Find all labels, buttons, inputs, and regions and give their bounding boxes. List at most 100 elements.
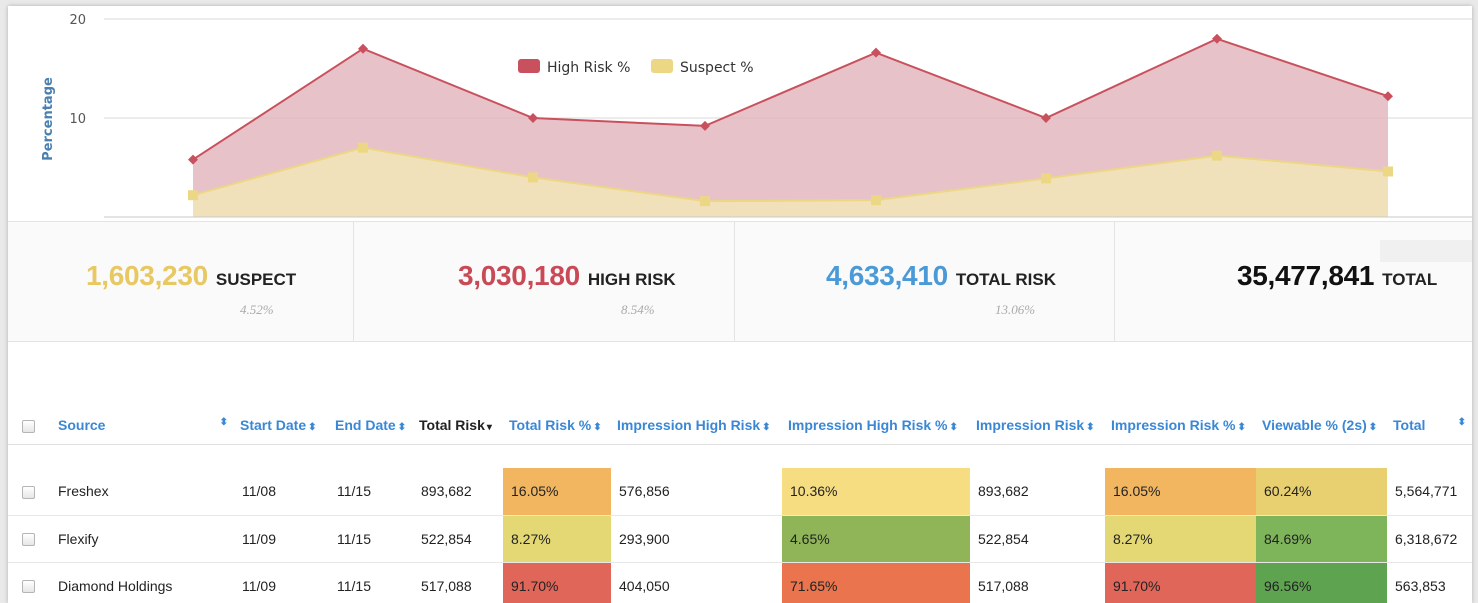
table-row[interactable]: Freshex 11/08 11/15 893,682 16.05% 576,856 10.… xyxy=(8,468,1472,516)
data-point-suspect xyxy=(358,142,368,153)
cell-total-risk: 522,854 xyxy=(413,515,503,563)
sort-icon: ⬍ xyxy=(949,421,958,433)
kpi-total-risk-pct: 13.06% xyxy=(995,302,1036,317)
col-total-risk-label: Total Risk xyxy=(419,416,485,433)
sources-table: Source ⬍ Start Date ⬍ End Date ⬍ Total Risk… xyxy=(8,406,1472,603)
cell-source: Freshex xyxy=(46,468,234,516)
row-select-cell xyxy=(8,515,46,563)
row-checkbox[interactable] xyxy=(22,533,35,547)
col-total-risk[interactable]: Total Risk ▾ xyxy=(413,406,503,445)
col-impression-risk-pct[interactable]: Impression Risk % ⬍ xyxy=(1105,406,1256,445)
data-point-suspect xyxy=(1041,173,1051,184)
cell-start-date: 11/08 xyxy=(234,468,329,516)
row-checkbox[interactable] xyxy=(22,486,35,500)
cell-impression-high-risk: 404,050 xyxy=(611,562,782,603)
dashboard-panel: 10 20 Percentage High Risk % Suspect % 1,60… xyxy=(8,6,1472,603)
sort-icon: ⬍ xyxy=(1368,421,1378,433)
col-end-date[interactable]: End Date ⬍ xyxy=(329,406,413,445)
select-all-checkbox[interactable] xyxy=(22,419,35,433)
col-viewable-pct[interactable]: Viewable % (2s) ⬍ xyxy=(1256,406,1387,445)
table-row[interactable]: Flexify 11/09 11/15 522,854 8.27% 293,900 4.65… xyxy=(8,515,1472,563)
kpi-suspect-label: SUSPECT xyxy=(215,270,297,289)
table-row[interactable]: Diamond Holdings 11/09 11/15 517,088 91.70% 4… xyxy=(8,562,1472,603)
kpi-total-value: 35,477,841 xyxy=(1237,260,1375,291)
col-impression-high-risk-pct[interactable]: Impression High Risk % ⬍ xyxy=(782,406,970,445)
cell-viewable-pct: 84.69% xyxy=(1256,515,1387,563)
col-impression-risk-pct-label: Impression Risk % xyxy=(1111,416,1236,433)
cell-total-risk: 893,682 xyxy=(413,468,503,516)
cell-start-date: 11/09 xyxy=(234,562,329,603)
select-all-header xyxy=(8,406,46,445)
kpi-total-risk: 4,633,410 TOTAL RISK 13.06% xyxy=(735,222,1115,342)
kpi-summary-strip: 1,603,230 SUSPECT 4.52% 3,030,180 HIGH RIS… xyxy=(8,221,1472,342)
y-tick-label: 20 xyxy=(69,13,86,28)
cell-source: Diamond Holdings xyxy=(46,562,234,603)
cell-impression-high-risk: 576,856 xyxy=(611,468,782,516)
cell-total: 6,318,672 xyxy=(1387,515,1472,563)
cell-viewable-pct: 60.24% xyxy=(1256,468,1387,516)
col-impression-high-risk-label: Impression High Risk xyxy=(617,416,761,433)
col-start-date-label: Start Date xyxy=(240,416,307,433)
table-body: Freshex 11/08 11/15 893,682 16.05% 576,856 10.… xyxy=(8,444,1472,603)
col-viewable-pct-label: Viewable % (2s) xyxy=(1262,416,1367,433)
sort-icon: ⬍ xyxy=(308,421,317,433)
kpi-high-risk-label: HIGH RISK xyxy=(587,270,676,289)
table-header-row: Source ⬍ Start Date ⬍ End Date ⬍ Total Risk… xyxy=(8,406,1472,445)
cell-source: Flexify xyxy=(46,515,234,563)
row-select-cell xyxy=(8,468,46,516)
cell-end-date: 11/15 xyxy=(329,562,413,603)
row-select-cell xyxy=(8,562,46,603)
col-total[interactable]: Total ⬍ xyxy=(1387,406,1472,445)
cell-impression-risk-pct: 8.27% xyxy=(1105,515,1256,563)
cell-total: 563,853 xyxy=(1387,562,1472,603)
data-point-suspect xyxy=(1383,166,1393,177)
sort-icon: ⬍ xyxy=(1086,421,1095,433)
data-point-suspect xyxy=(1212,150,1222,161)
row-checkbox[interactable] xyxy=(22,580,35,594)
cell-viewable-pct: 96.56% xyxy=(1256,562,1387,603)
data-point-suspect xyxy=(700,196,710,207)
cell-impression-high-risk: 293,900 xyxy=(611,515,782,563)
cell-total: 5,564,771 xyxy=(1387,468,1472,516)
cell-impression-high-risk-pct: 10.36% xyxy=(782,468,970,516)
col-impression-risk-label: Impression Risk xyxy=(976,416,1085,433)
col-total-risk-pct[interactable]: Total Risk % ⬍ xyxy=(503,406,611,445)
cell-total-risk: 517,088 xyxy=(413,562,503,603)
cell-start-date: 11/09 xyxy=(234,515,329,563)
legend-swatch xyxy=(651,59,673,73)
legend-label: Suspect % xyxy=(680,60,754,76)
kpi-suspect: 1,603,230 SUSPECT 4.52% xyxy=(8,222,354,342)
risk-area-chart: 10 20 Percentage High Risk % Suspect % xyxy=(41,13,1472,218)
kpi-total-risk-label: TOTAL RISK xyxy=(955,270,1056,289)
col-impression-risk[interactable]: Impression Risk ⬍ xyxy=(970,406,1105,445)
col-source-label: Source xyxy=(58,416,106,433)
cell-total-risk-pct: 16.05% xyxy=(503,468,611,516)
sort-icon: ⬍ xyxy=(1237,421,1246,433)
cell-impression-risk-pct: 16.05% xyxy=(1105,468,1256,516)
legend-label: High Risk % xyxy=(547,60,630,76)
col-start-date[interactable]: Start Date ⬍ xyxy=(234,406,329,445)
cell-impression-high-risk-pct: 4.65% xyxy=(782,515,970,563)
col-total-label: Total xyxy=(1393,416,1426,433)
cell-impression-high-risk-pct: 71.65% xyxy=(782,562,970,603)
kpi-high-risk: 3,030,180 HIGH RISK 8.54% xyxy=(354,222,735,342)
cell-total-risk-pct: 8.27% xyxy=(503,515,611,563)
cell-total-risk-pct: 91.70% xyxy=(503,562,611,603)
kpi-high-risk-value: 3,030,180 xyxy=(458,260,580,291)
col-impression-high-risk-pct-label: Impression High Risk % xyxy=(788,416,948,433)
col-source[interactable]: Source ⬍ xyxy=(46,406,234,445)
cell-impression-risk: 893,682 xyxy=(970,468,1105,516)
table-spacer-row xyxy=(8,444,1472,468)
kpi-total-label: TOTAL xyxy=(1382,270,1438,289)
kpi-total-risk-value: 4,633,410 xyxy=(826,260,948,291)
cell-impression-risk: 522,854 xyxy=(970,515,1105,563)
cell-impression-risk-pct: 91.70% xyxy=(1105,562,1256,603)
y-axis-label: Percentage xyxy=(41,77,56,161)
cell-end-date: 11/15 xyxy=(329,468,413,516)
col-total-risk-pct-label: Total Risk % xyxy=(509,416,592,433)
kpi-suspect-value: 1,603,230 xyxy=(86,260,208,291)
legend-swatch xyxy=(518,59,540,73)
col-impression-high-risk[interactable]: Impression High Risk ⬍ xyxy=(611,406,782,445)
data-point-suspect xyxy=(528,172,538,183)
y-tick-label: 10 xyxy=(69,112,86,127)
